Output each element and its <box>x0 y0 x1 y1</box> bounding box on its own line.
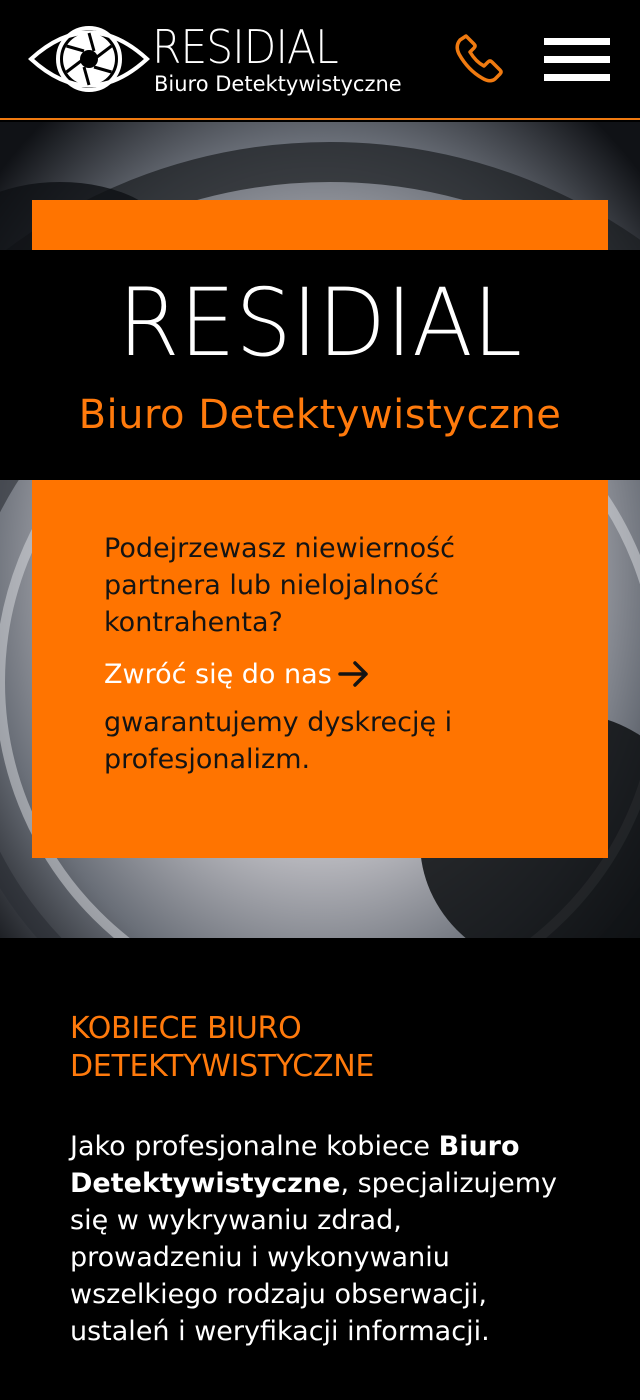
site-header: RESIDIAL Biuro Detektywistyczne <box>0 0 640 120</box>
logo-subtitle: Biuro Detektywistyczne <box>154 72 402 96</box>
phone-icon <box>455 34 503 83</box>
about-text: Jako profesjonalne kobiece Biuro Detekty… <box>70 1128 570 1350</box>
card-guarantee: gwarantujemy dyskrecję i profesjonalizm. <box>104 707 453 775</box>
card-question: Podejrzewasz niewierność partnera lub ni… <box>104 533 456 638</box>
about-heading: KOBIECE BIURO DETEKTYWISTYCZNE <box>70 1011 374 1084</box>
site-logo-link[interactable]: RESIDIAL Biuro Detektywistyczne <box>28 14 408 104</box>
arrow-right-icon <box>338 661 368 687</box>
about-section: KOBIECE BIURO DETEKTYWISTYCZNE Jako prof… <box>0 938 640 1400</box>
hero-card: Podejrzewasz niewierność partnera lub ni… <box>32 480 608 858</box>
contact-cta-link[interactable]: Zwróć się do nas <box>104 659 370 690</box>
menu-bar <box>544 38 610 45</box>
eye-aperture-icon <box>28 26 150 92</box>
about-text-intro: Jako profesjonalne kobiece <box>70 1131 439 1162</box>
menu-bar <box>544 56 610 63</box>
big-logo-subtitle: Biuro Detektywistyczne <box>78 392 562 438</box>
hero-section: RESIDIAL Biuro Detektywistyczne Podejrze… <box>0 122 640 938</box>
big-logo-word: RESIDIAL <box>118 280 522 360</box>
logo-wordmark: RESIDIAL <box>152 20 339 74</box>
phone-button[interactable] <box>452 28 508 84</box>
menu-bar <box>544 74 610 81</box>
hero-logo-band: RESIDIAL Biuro Detektywistyczne <box>0 250 640 480</box>
residial-logo-large: RESIDIAL <box>118 280 522 360</box>
hamburger-menu-button[interactable] <box>544 38 610 82</box>
cta-label: Zwróć się do nas <box>104 659 332 690</box>
